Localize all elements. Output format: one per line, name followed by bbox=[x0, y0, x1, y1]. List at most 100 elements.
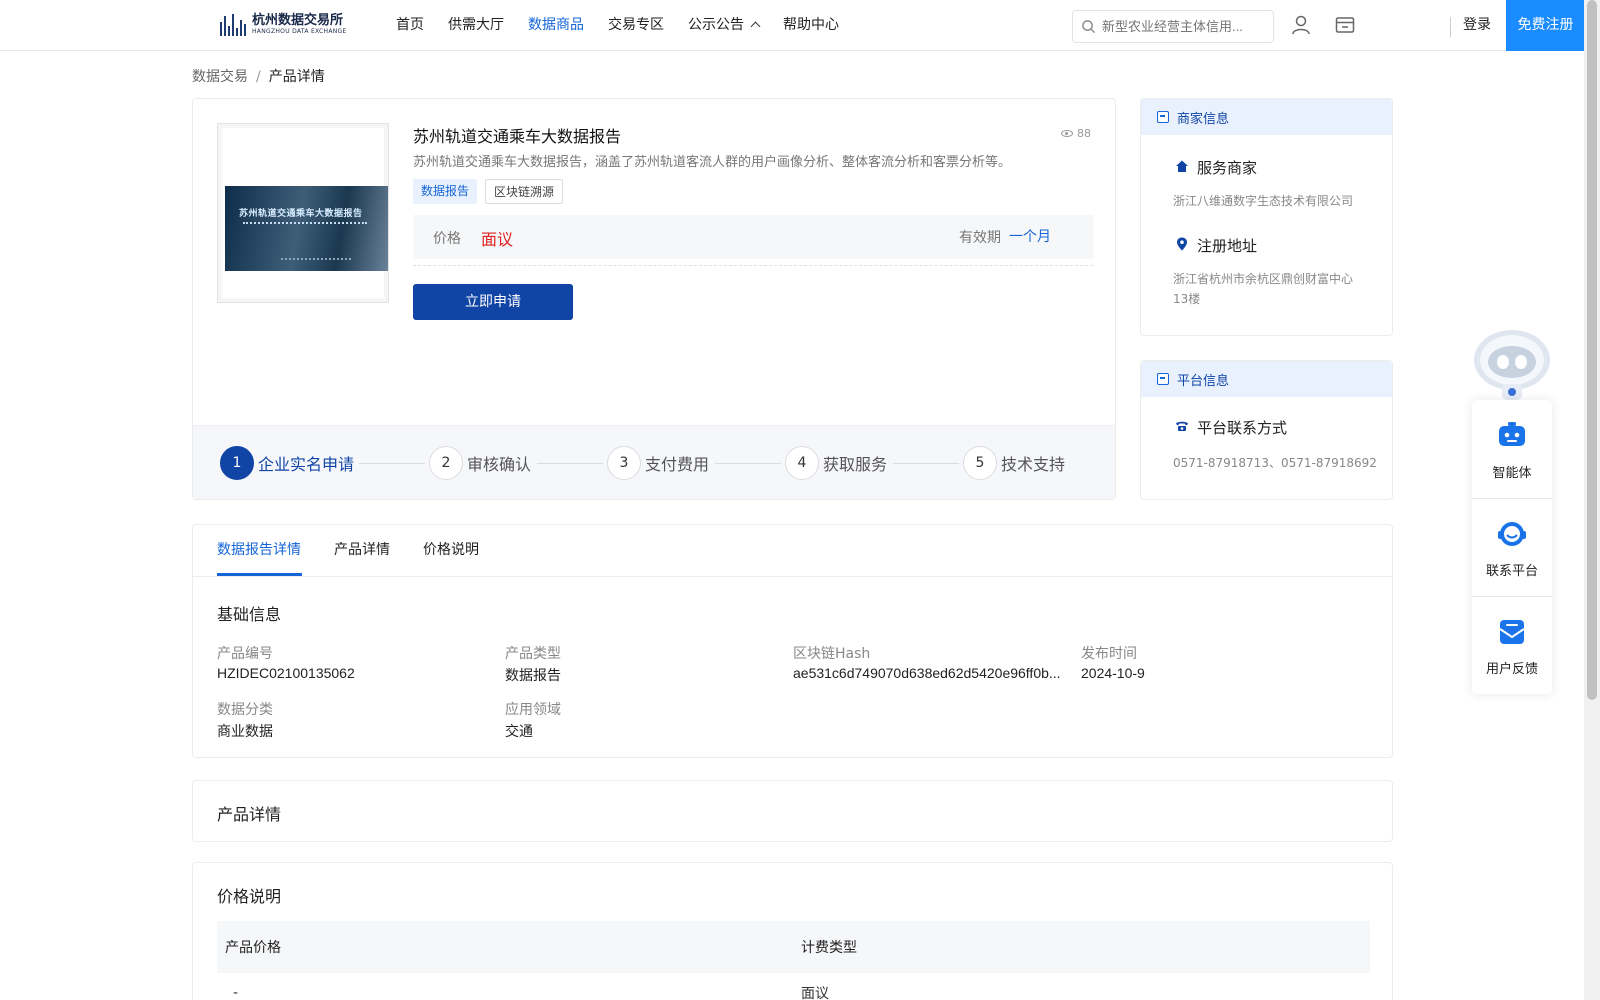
breadcrumb-root[interactable]: 数据交易 bbox=[192, 69, 248, 85]
apply-button[interactable]: 立即申请 bbox=[413, 284, 573, 320]
nav-help-center[interactable]: 帮助中心 bbox=[783, 0, 839, 50]
step-number: 1 bbox=[220, 446, 254, 480]
robot-chat-icon bbox=[1499, 422, 1525, 446]
product-id-label: 产品编号 bbox=[217, 646, 273, 662]
user-icon[interactable] bbox=[1290, 14, 1312, 36]
data-category-value: 商业数据 bbox=[217, 724, 273, 740]
tab-product-details[interactable]: 产品详情 bbox=[334, 525, 390, 577]
header-divider bbox=[1450, 17, 1451, 37]
breadcrumb: 数据交易 / 产品详情 bbox=[192, 66, 325, 86]
tab-price-description[interactable]: 价格说明 bbox=[423, 525, 479, 577]
search-box[interactable] bbox=[1072, 10, 1274, 43]
price-description-title: 价格说明 bbox=[217, 887, 282, 906]
contact-platform-label: 联系平台 bbox=[1485, 564, 1538, 579]
detail-tabs-card: 数据报告详情 产品详情 价格说明 基础信息 产品编号 HZIDEC0210013… bbox=[192, 524, 1393, 758]
scrollbar-thumb[interactable] bbox=[1587, 0, 1597, 700]
store-icon[interactable] bbox=[1334, 14, 1356, 36]
nav-home[interactable]: 首页 bbox=[396, 0, 424, 50]
platform-contact-row: 平台联系方式 bbox=[1173, 417, 1287, 438]
price-description-section: 价格说明 产品价格 计费类型 - 面议 bbox=[192, 862, 1393, 1000]
blockchain-hash-value: ae531c6d749070d638ed62d5420e96ff0b... bbox=[793, 665, 1061, 681]
eye-icon bbox=[1061, 130, 1073, 137]
ai-agent-label: 智能体 bbox=[1492, 466, 1532, 481]
step-label: 支付费用 bbox=[645, 455, 710, 474]
robot-mascot-icon[interactable] bbox=[1472, 326, 1552, 400]
view-count: 88 bbox=[1061, 127, 1091, 140]
price-label: 价格 bbox=[433, 231, 461, 247]
register-button[interactable]: 免费注册 bbox=[1506, 0, 1585, 51]
service-merchant-row: 服务商家 bbox=[1173, 157, 1257, 178]
nav-supply-demand[interactable]: 供需大厅 bbox=[448, 0, 504, 50]
step-connector bbox=[537, 463, 603, 464]
step-number: 2 bbox=[429, 446, 463, 480]
phone-icon bbox=[1173, 420, 1191, 436]
nav-announcements[interactable]: 公示公告 bbox=[688, 0, 761, 50]
step-connector bbox=[359, 463, 425, 464]
address-value-line1: 浙江省杭州市余杭区鼎创财富中心 bbox=[1173, 272, 1354, 286]
platform-contact-label: 平台联系方式 bbox=[1197, 419, 1288, 437]
step-2: 2 审核确认 bbox=[429, 446, 531, 480]
price-bar: 价格 面议 有效期 一个月 bbox=[413, 215, 1093, 259]
ai-agent-button[interactable]: 智能体 bbox=[1472, 400, 1552, 496]
nav-announcements-label: 公示公告 bbox=[688, 17, 744, 33]
data-category-label: 数据分类 bbox=[217, 702, 273, 718]
validity-label: 有效期 bbox=[959, 230, 1001, 246]
merchant-info-title: 商家信息 bbox=[1177, 111, 1230, 127]
contact-platform-button[interactable]: 联系平台 bbox=[1472, 498, 1552, 594]
step-number: 5 bbox=[963, 446, 997, 480]
product-cover-image: 苏州轨道交通乘车大数据报告 bbox=[225, 186, 388, 271]
detail-tabs: 数据报告详情 产品详情 价格说明 bbox=[193, 525, 1392, 577]
step-number: 4 bbox=[785, 446, 819, 480]
product-id-value: HZIDEC02100135062 bbox=[217, 665, 355, 681]
cover-title: 苏州轨道交通乘车大数据报告 bbox=[239, 209, 363, 219]
product-description: 苏州轨道交通乘车大数据报告，涵盖了苏州轨道客流人群的用户画像分析、整体客流分析和… bbox=[413, 155, 1012, 170]
search-input[interactable] bbox=[1102, 19, 1262, 34]
product-type-label: 产品类型 bbox=[505, 646, 561, 662]
product-detail-title: 产品详情 bbox=[217, 805, 282, 824]
validity-value: 一个月 bbox=[1009, 229, 1051, 245]
step-1: 1 企业实名申请 bbox=[220, 446, 354, 480]
service-merchant-label: 服务商家 bbox=[1197, 159, 1258, 177]
location-pin-icon bbox=[1173, 237, 1191, 255]
merchant-info-header: 商家信息 bbox=[1141, 99, 1392, 135]
address-value-line2: 13楼 bbox=[1173, 292, 1201, 306]
feedback-mail-icon bbox=[1499, 620, 1525, 644]
breadcrumb-separator: / bbox=[256, 69, 261, 85]
basic-info-title: 基础信息 bbox=[217, 605, 282, 624]
step-3: 3 支付费用 bbox=[607, 446, 709, 480]
product-tags: 数据报告 区块链溯源 bbox=[413, 179, 564, 204]
publish-date-value: 2024-10-9 bbox=[1081, 665, 1145, 681]
nav-trade-zone[interactable]: 交易专区 bbox=[608, 0, 664, 50]
home-icon bbox=[1173, 159, 1191, 177]
service-merchant-value: 浙江八维通数字生态技术有限公司 bbox=[1173, 194, 1354, 208]
tag-data-report: 数据报告 bbox=[413, 179, 478, 204]
monitor-icon bbox=[1157, 373, 1169, 385]
address-row: 注册地址 bbox=[1173, 235, 1257, 256]
user-feedback-button[interactable]: 用户反馈 bbox=[1472, 596, 1552, 692]
tag-blockchain: 区块链溯源 bbox=[485, 179, 564, 204]
price-value: 面议 bbox=[481, 230, 514, 249]
site-logo[interactable]: 杭州数据交易所 HANGZHOU DATA EXCHANGE bbox=[220, 10, 365, 40]
tab-report-details[interactable]: 数据报告详情 bbox=[217, 525, 301, 577]
user-feedback-label: 用户反馈 bbox=[1485, 662, 1538, 677]
platform-info-card: 平台信息 平台联系方式 0571-87918713、0571-87918692 bbox=[1140, 360, 1393, 500]
blockchain-hash-label: 区块链Hash bbox=[793, 646, 871, 662]
nav-data-products[interactable]: 数据商品 bbox=[528, 0, 584, 50]
logo-bars-icon bbox=[220, 14, 246, 36]
platform-info-header: 平台信息 bbox=[1141, 361, 1392, 397]
publish-date-label: 发布时间 bbox=[1081, 646, 1137, 662]
step-label: 技术支持 bbox=[1001, 455, 1066, 474]
process-steps: 1 企业实名申请 2 审核确认 3 支付费用 4 获取服务 5 技术支持 bbox=[193, 425, 1115, 499]
step-label: 获取服务 bbox=[823, 455, 888, 474]
top-header: 杭州数据交易所 HANGZHOU DATA EXCHANGE 首页 供需大厅 数… bbox=[0, 0, 1585, 51]
step-5: 5 技术支持 bbox=[963, 446, 1065, 480]
price-table-header: 产品价格 计费类型 bbox=[217, 921, 1370, 973]
search-icon bbox=[1082, 20, 1096, 34]
cell-billing-type: 面议 bbox=[801, 986, 829, 1000]
floating-service-panel: 智能体 联系平台 用户反馈 bbox=[1472, 400, 1552, 694]
logo-text: 杭州数据交易所 bbox=[252, 13, 344, 28]
info-icon bbox=[1157, 111, 1169, 123]
platform-info-title: 平台信息 bbox=[1177, 373, 1230, 389]
login-link[interactable]: 登录 bbox=[1463, 0, 1491, 50]
product-title: 苏州轨道交通乘车大数据报告 bbox=[413, 127, 622, 146]
